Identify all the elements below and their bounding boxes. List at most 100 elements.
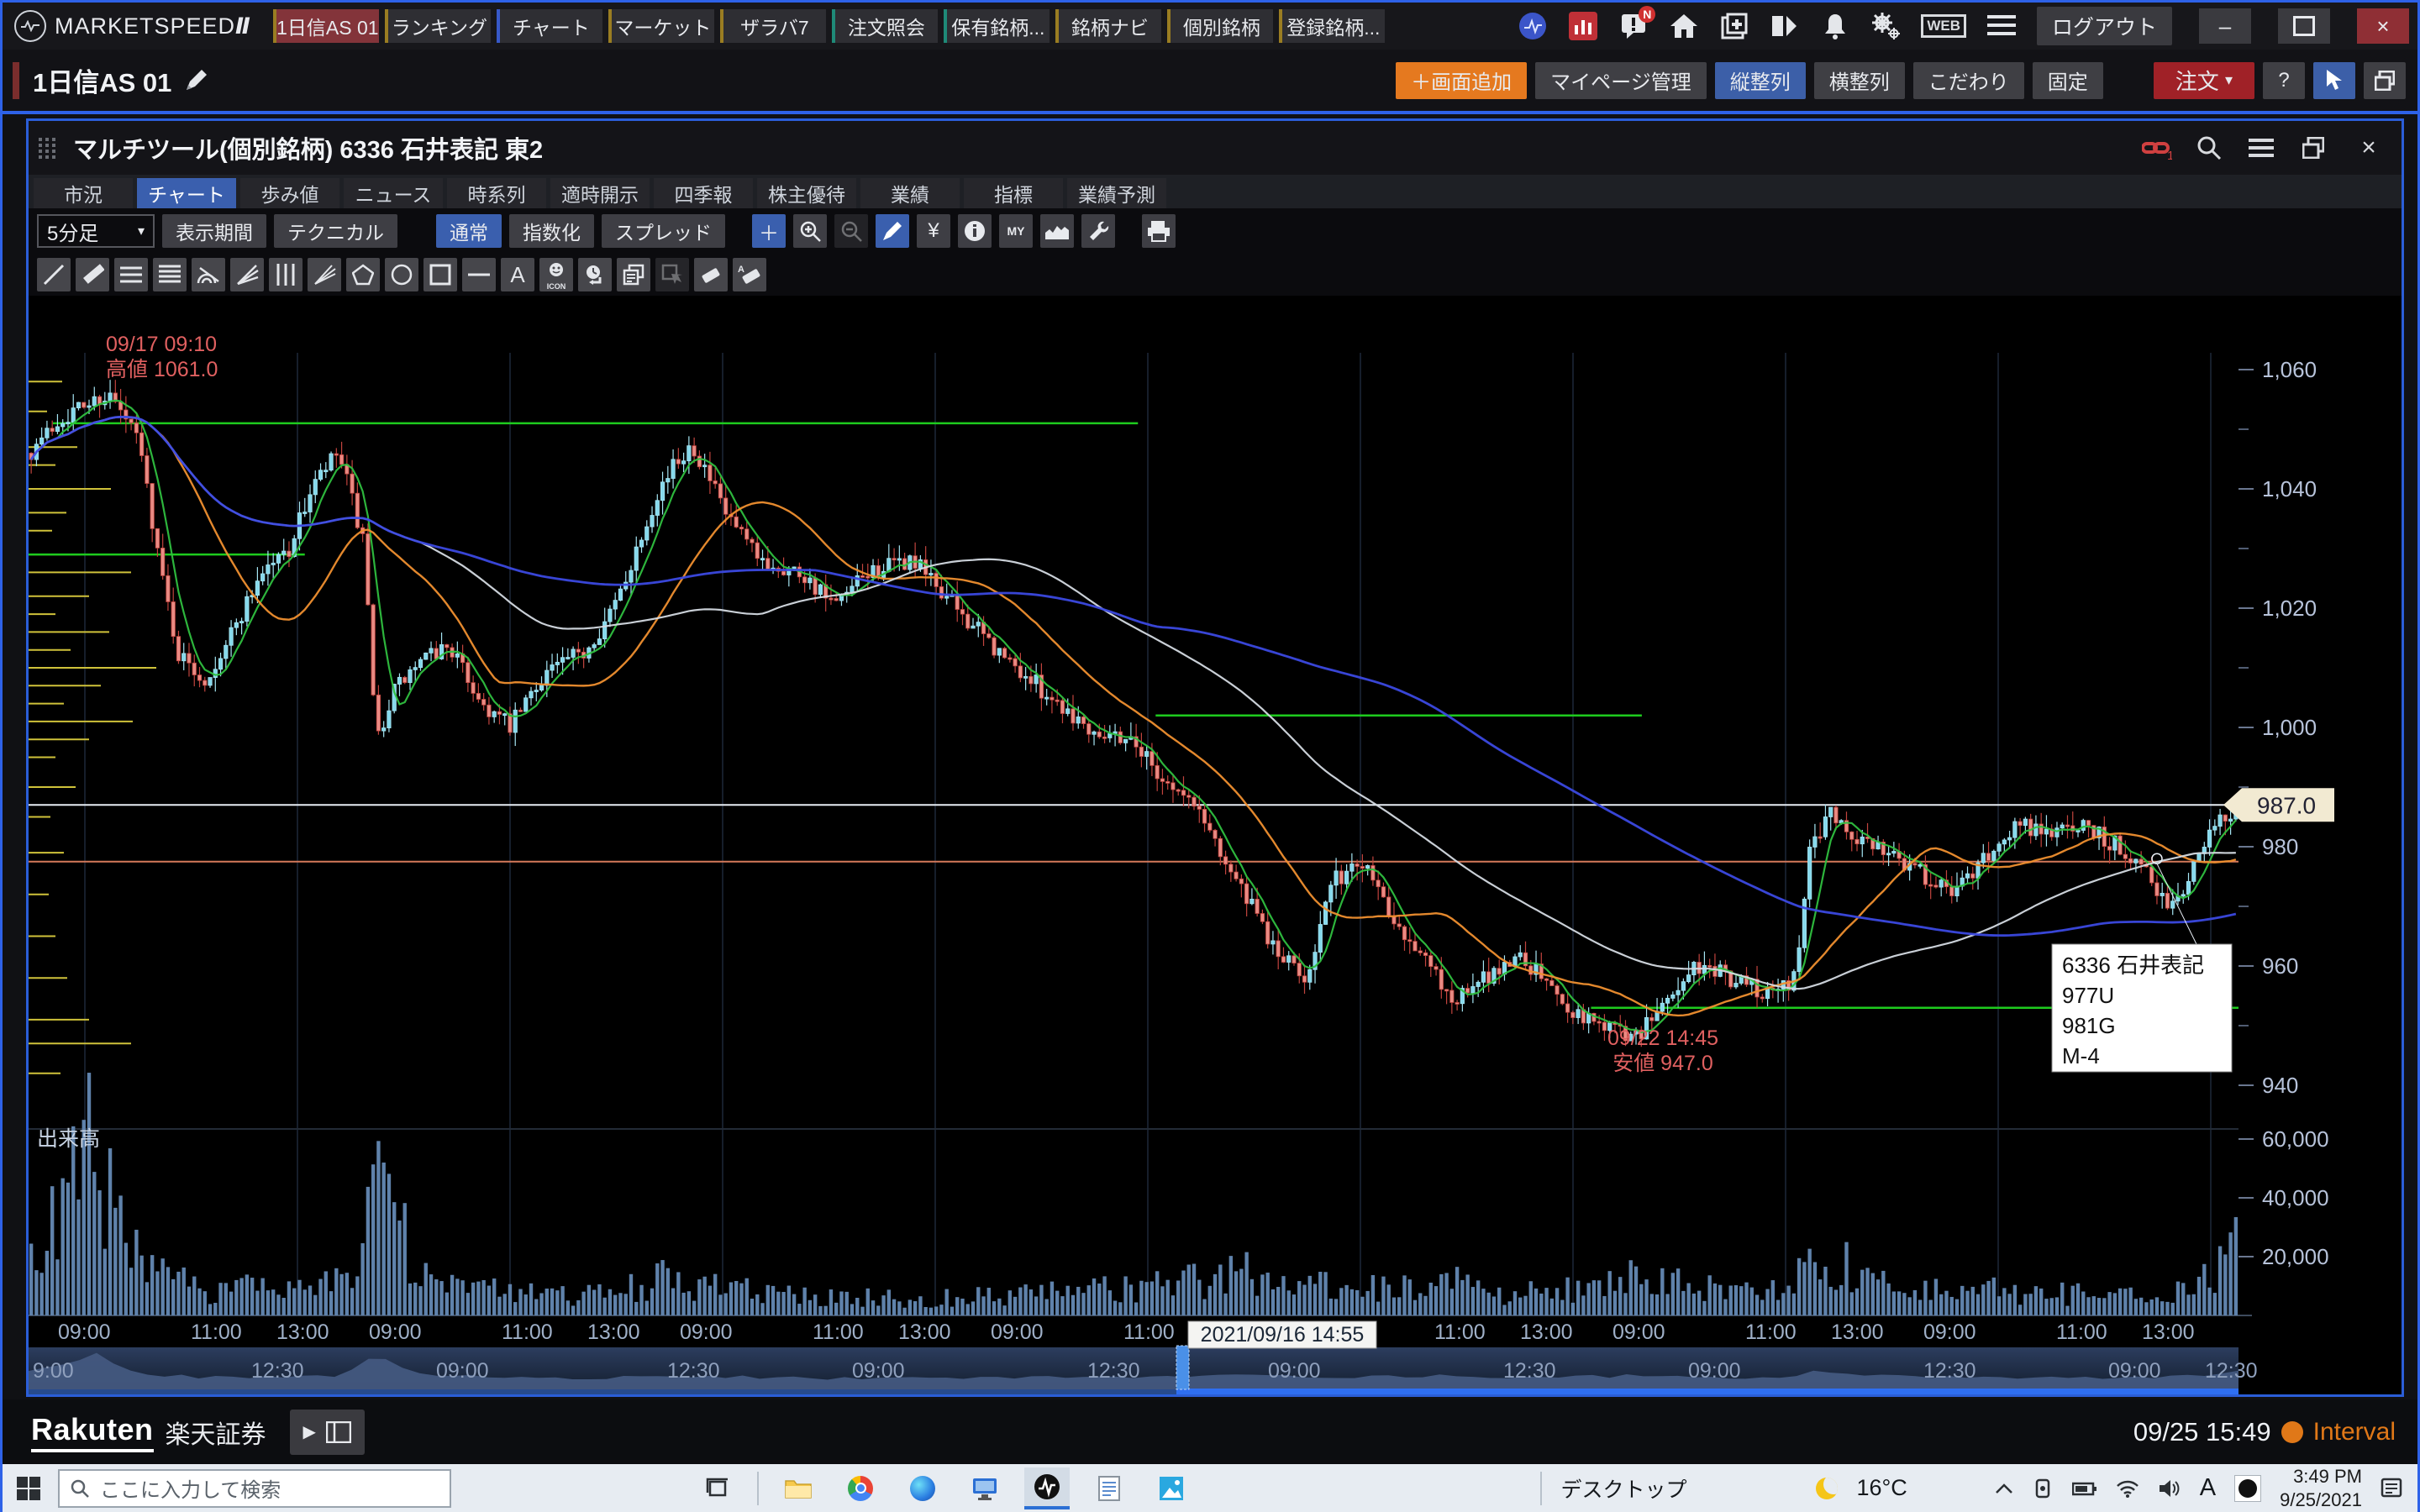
speaker-icon[interactable] xyxy=(2158,1478,2181,1499)
normal-mode-button[interactable]: 通常 xyxy=(436,214,502,248)
wifi-icon[interactable] xyxy=(2116,1479,2139,1498)
drag-object-tool[interactable] xyxy=(655,258,689,291)
settings-gears-icon[interactable] xyxy=(1870,11,1901,41)
close-window-icon[interactable]: × xyxy=(2349,129,2388,166)
marketspeed-taskbar-icon[interactable] xyxy=(1024,1467,1070,1509)
tab-holdings[interactable]: 保有銘柄... xyxy=(944,9,1050,43)
web-icon[interactable]: WEB xyxy=(1921,14,1966,38)
info-button[interactable] xyxy=(958,214,992,248)
tab-1day-as01[interactable]: 1日信AS 01 xyxy=(273,9,379,43)
remote-desktop-icon[interactable] xyxy=(962,1467,1007,1509)
horizontal-align-button[interactable]: 横整列 xyxy=(1814,62,1905,99)
parallel-lines-3-tool[interactable] xyxy=(114,258,148,291)
circle-tool[interactable] xyxy=(385,258,418,291)
zoom-in-button[interactable] xyxy=(793,214,827,248)
timeframe-select[interactable]: 5分足▾ xyxy=(37,214,155,248)
display-period-button[interactable]: 表示期間 xyxy=(162,214,266,248)
maximize-button[interactable] xyxy=(2278,8,2330,44)
file-explorer-icon[interactable] xyxy=(776,1467,821,1509)
tab-timeseries[interactable]: 時系列 xyxy=(447,178,546,208)
logout-button[interactable]: ログアウト xyxy=(2037,7,2172,45)
kodawari-button[interactable]: こだわり xyxy=(1913,62,2024,99)
price-chart[interactable]: 1,0601,0401,0201,000980960940出来高60,00040… xyxy=(29,296,2402,1394)
text-tool[interactable]: A xyxy=(501,258,534,291)
crosshair-button[interactable]: ＋ xyxy=(752,214,786,248)
tab-individual-stock[interactable]: 個別銘柄 xyxy=(1167,9,1273,43)
parallel-lines-4-tool[interactable] xyxy=(153,258,187,291)
multitool-titlebar[interactable]: マルチツール(個別銘柄) 6336 石井表記 東2 xyxy=(29,121,2402,175)
help-button[interactable]: ? xyxy=(2263,62,2305,99)
tab-yutai[interactable]: 株主優待 xyxy=(757,178,856,208)
taskbar-search-input[interactable]: ここに入力して検索 xyxy=(58,1469,451,1508)
wrench-settings-button[interactable] xyxy=(1081,214,1115,248)
drag-grip-icon[interactable] xyxy=(39,138,56,159)
battery-icon[interactable] xyxy=(2072,1480,2097,1497)
pin-button[interactable]: 固定 xyxy=(2033,62,2103,99)
eraser-tool[interactable] xyxy=(694,258,728,291)
action-center-icon[interactable] xyxy=(2381,1477,2404,1500)
weather-moon-icon[interactable] xyxy=(1816,1478,1838,1499)
fib-arcs-tool[interactable] xyxy=(192,258,225,291)
gann-fan-tool[interactable] xyxy=(308,258,341,291)
print-button[interactable] xyxy=(1142,214,1176,248)
vertical-lines-tool[interactable] xyxy=(269,258,302,291)
tab-zaraba7[interactable]: ザラバ7 xyxy=(720,9,826,43)
yen-tool-button[interactable]: ¥ xyxy=(917,214,950,248)
tab-forecast[interactable]: 業績予測 xyxy=(1067,178,1166,208)
fan-lines-tool[interactable] xyxy=(230,258,264,291)
ime-mode-label[interactable]: A xyxy=(2200,1474,2216,1502)
trendline-tool[interactable] xyxy=(37,258,71,291)
tab-shikyo[interactable]: 市況 xyxy=(34,178,133,208)
close-button[interactable]: × xyxy=(2357,8,2409,44)
photos-icon[interactable] xyxy=(1149,1467,1194,1509)
tab-shihyo[interactable]: 指標 xyxy=(964,178,1063,208)
taskbar-clock[interactable]: 3:49 PM 9/25/2021 xyxy=(2280,1465,2362,1511)
edit-pencil-icon[interactable] xyxy=(183,68,208,93)
notepad-icon[interactable] xyxy=(1086,1467,1132,1509)
spread-mode-button[interactable]: スプレッド xyxy=(602,214,725,248)
indexed-mode-button[interactable]: 指数化 xyxy=(509,214,594,248)
erase-all-tool[interactable]: A xyxy=(733,258,766,291)
pulse-app-icon[interactable] xyxy=(1518,11,1548,41)
window-menu-icon[interactable] xyxy=(2242,129,2281,166)
area-chart-button[interactable] xyxy=(1040,214,1074,248)
ruler-tool[interactable] xyxy=(76,258,109,291)
tab-registered-stocks[interactable]: 登録銘柄... xyxy=(1279,9,1385,43)
my-chart-button[interactable]: MY xyxy=(999,214,1033,248)
order-button[interactable]: 注文 ▾ xyxy=(2154,62,2254,99)
panel-toggle-icon[interactable] xyxy=(1770,11,1800,41)
tab-news[interactable]: ニュース xyxy=(344,178,443,208)
icon-stamp-tool[interactable]: ICON xyxy=(539,258,573,291)
tab-gyoseki[interactable]: 業績 xyxy=(860,178,960,208)
side-panel-toggle-button[interactable]: ▶ xyxy=(290,1410,365,1455)
add-screen-button[interactable]: ＋画面追加 xyxy=(1396,62,1527,99)
tab-ranking[interactable]: ランキング xyxy=(385,9,491,43)
mypage-manage-button[interactable]: マイページ管理 xyxy=(1535,62,1707,99)
restore-window-icon[interactable] xyxy=(2294,129,2333,166)
start-button[interactable] xyxy=(6,1467,51,1509)
chrome-icon[interactable] xyxy=(838,1467,883,1509)
zoom-out-button[interactable] xyxy=(834,214,868,248)
tab-order-inquiry[interactable]: 注文照会 xyxy=(832,9,938,43)
ime-icon[interactable] xyxy=(2234,1475,2261,1502)
tab-shikiho[interactable]: 四季報 xyxy=(654,178,753,208)
copy-object-tool[interactable] xyxy=(617,258,650,291)
tab-chart-view[interactable]: チャート xyxy=(137,178,236,208)
menu-icon[interactable] xyxy=(1986,11,2017,41)
task-view-button[interactable] xyxy=(695,1467,740,1509)
tab-market[interactable]: マーケット xyxy=(608,9,714,43)
tray-chevron-icon[interactable] xyxy=(1995,1483,2013,1494)
edge-icon[interactable] xyxy=(900,1467,945,1509)
tab-symbol-navi[interactable]: 銘柄ナビ xyxy=(1055,9,1161,43)
tab-ayumine[interactable]: 歩み値 xyxy=(240,178,339,208)
minimize-button[interactable]: – xyxy=(2199,8,2251,44)
tab-chart[interactable]: チャート xyxy=(497,9,602,43)
device-icon[interactable] xyxy=(2032,1478,2054,1499)
bell-icon[interactable] xyxy=(1820,11,1850,41)
link-icon[interactable]: 1 xyxy=(2138,129,2176,166)
technical-button[interactable]: テクニカル xyxy=(274,214,397,248)
desktop-toolbar-label[interactable]: デスクトップ xyxy=(1560,1473,1686,1504)
search-icon[interactable] xyxy=(2190,129,2228,166)
chart-app-icon[interactable] xyxy=(1568,11,1598,41)
rectangle-tool[interactable] xyxy=(424,258,457,291)
